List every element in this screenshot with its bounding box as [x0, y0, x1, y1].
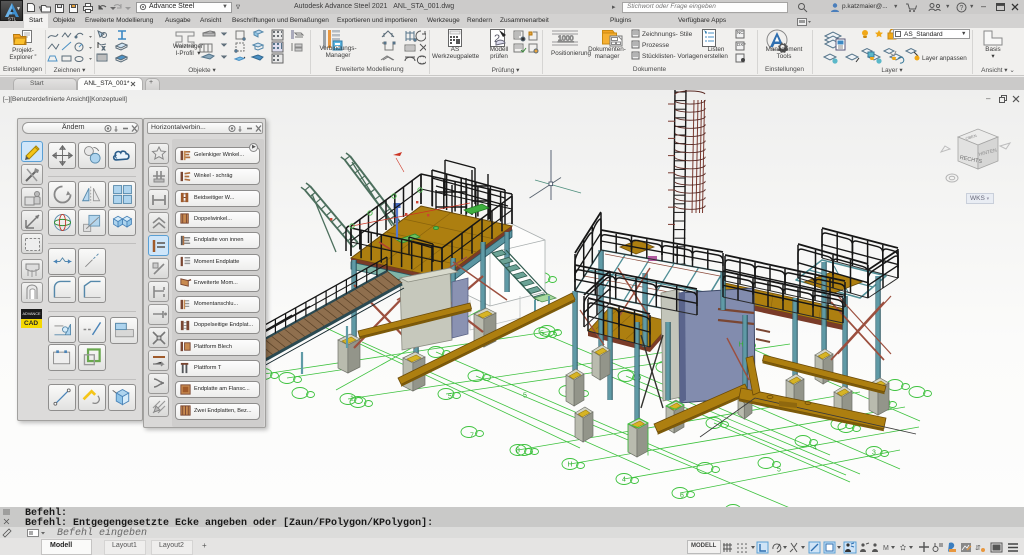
svg-text:3: 3	[872, 450, 876, 457]
svg-text:Zeichnungs- Stile: Zeichnungs- Stile	[642, 31, 693, 38]
svg-text:NC: NC	[737, 30, 744, 35]
svg-text:4: 4	[622, 477, 626, 484]
svg-text:x: x	[102, 46, 105, 52]
svg-text:5: 5	[523, 393, 527, 400]
svg-text:H: H	[567, 462, 572, 469]
svg-text:M: M	[883, 545, 889, 552]
svg-text:?: ?	[960, 5, 964, 12]
svg-text:5: 5	[777, 467, 781, 474]
svg-text:STL: STL	[8, 17, 17, 22]
svg-text:⇵: ⇵	[975, 545, 981, 552]
svg-text:6: 6	[680, 493, 684, 500]
svg-text:H: H	[738, 342, 743, 349]
svg-text:Prozesse: Prozesse	[642, 42, 669, 49]
svg-text:DXF: DXF	[737, 42, 746, 47]
svg-text:4: 4	[813, 445, 817, 452]
svg-text:5: 5	[448, 394, 452, 401]
svg-text:7: 7	[470, 433, 474, 440]
svg-text:1: 1	[350, 396, 354, 403]
svg-text:5: 5	[540, 331, 544, 338]
svg-text:8: 8	[516, 448, 520, 455]
svg-text:1000: 1000	[558, 36, 574, 43]
